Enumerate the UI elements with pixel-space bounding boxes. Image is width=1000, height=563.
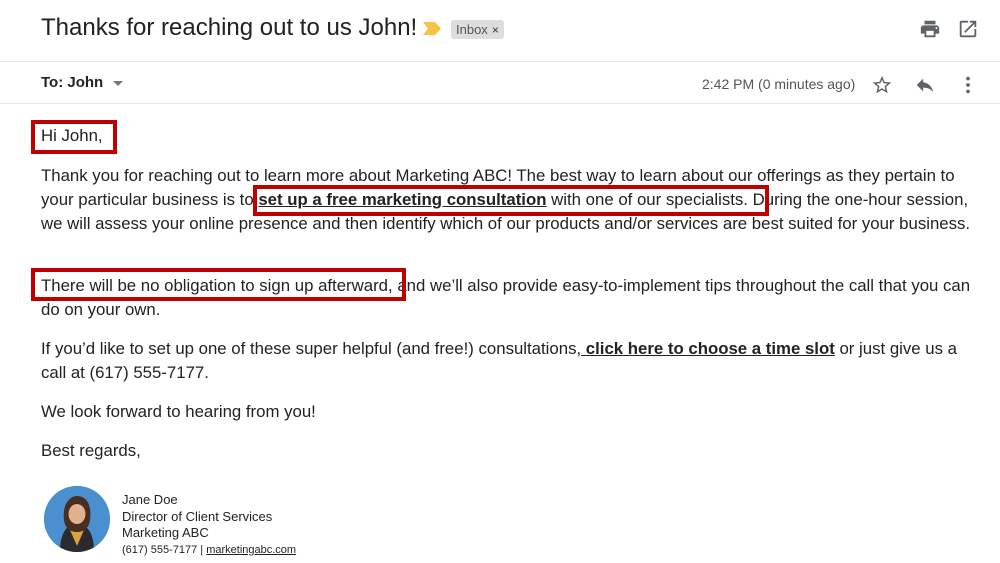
subject-bar: Thanks for reaching out to us John! Inbo… xyxy=(0,0,1000,62)
body-paragraph-4: We look forward to hearing from you! xyxy=(41,402,316,421)
body-paragraph-1: Thank you for reaching out to learn more… xyxy=(41,164,986,236)
email-subject: Thanks for reaching out to us John! xyxy=(41,14,418,41)
p3-text-1: If you’d like to set up one of these sup… xyxy=(41,339,582,358)
sign-off: Best regards, xyxy=(41,441,141,460)
signature-contact: (617) 555-7177 | marketingabc.com xyxy=(122,542,296,559)
person-photo-icon xyxy=(44,486,110,552)
consultation-link[interactable]: set up a free marketing consultation xyxy=(258,190,546,209)
remove-label-icon[interactable]: × xyxy=(492,23,499,37)
signature-company: Marketing ABC xyxy=(122,525,209,540)
signature-website-link[interactable]: marketingabc.com xyxy=(206,544,296,556)
open-in-new-window-icon[interactable] xyxy=(957,18,979,40)
chevron-down-icon[interactable] xyxy=(113,81,123,86)
signature-title: Director of Client Services xyxy=(122,508,273,524)
time-slot-link[interactable]: click here to choose a time slot xyxy=(581,339,835,358)
more-vert-icon[interactable] xyxy=(957,74,979,96)
signature-name: Jane Doe xyxy=(122,492,178,507)
label-chip-text: Inbox xyxy=(456,22,488,37)
avatar xyxy=(44,486,110,552)
reply-icon[interactable] xyxy=(914,74,936,96)
star-icon[interactable] xyxy=(871,74,893,96)
label-chip-inbox[interactable]: Inbox × xyxy=(451,20,504,39)
greeting: Hi John, xyxy=(41,126,103,145)
message-header: To: John 2:42 PM (0 minutes ago) xyxy=(0,62,1000,104)
signature-phone: (617) 555-7177 xyxy=(122,543,198,556)
body-paragraph-3: If you’d like to set up one of these sup… xyxy=(41,337,986,385)
importance-marker-icon[interactable] xyxy=(423,22,441,35)
signature-block: Jane Doe Director of Client Services Mar… xyxy=(122,492,296,558)
timestamp: 2:42 PM (0 minutes ago) xyxy=(702,76,856,92)
signature-separator: | xyxy=(197,543,207,556)
recipient-to[interactable]: To: John xyxy=(41,74,103,91)
p2-text-1: There will be no obligation to sign up a… xyxy=(41,276,393,295)
body-paragraph-2: There will be no obligation to sign up a… xyxy=(41,274,986,322)
print-icon[interactable] xyxy=(919,18,941,40)
